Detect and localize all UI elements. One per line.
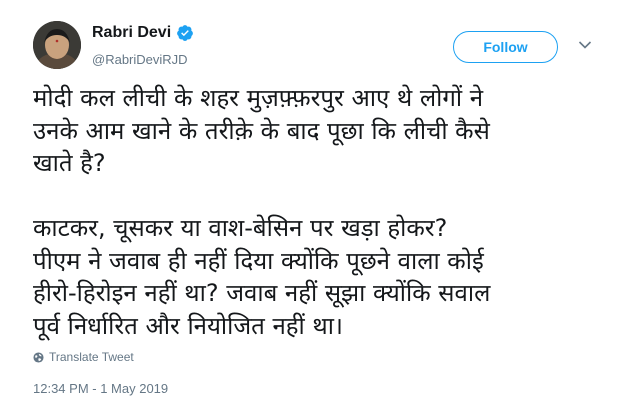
display-name[interactable]: Rabri Devi	[92, 24, 171, 42]
tweet-text: मोदी कल लीची के शहर मुज़फ़्फ़रपुर आए थे …	[33, 82, 608, 342]
translate-tweet-link[interactable]: Translate Tweet	[33, 350, 134, 364]
translate-label[interactable]: Translate Tweet	[49, 350, 134, 364]
tweet-timestamp[interactable]: 12:34 PM - 1 May 2019	[33, 381, 168, 396]
globe-icon	[33, 351, 44, 363]
tweet-line: उनके आम खाने के तरीक़े के बाद पूछा कि ली…	[33, 116, 490, 145]
verified-badge-icon	[177, 25, 194, 41]
follow-button[interactable]: Follow	[453, 31, 558, 63]
tweet-line: पूर्व निर्धारित और नियोजित नहीं था।	[33, 311, 344, 340]
user-name-row[interactable]: Rabri Devi	[92, 24, 194, 42]
avatar[interactable]	[33, 21, 81, 69]
tweet-line: पीएम ने जवाब ही नहीं दिया क्योंकि पूछने …	[33, 246, 484, 275]
tweet-line: मोदी कल लीची के शहर मुज़फ़्फ़रपुर आए थे …	[33, 84, 484, 112]
user-handle[interactable]: @RabriDeviRJD	[92, 52, 188, 67]
tweet-line: खाते है?	[33, 149, 106, 177]
profile-photo	[33, 21, 81, 69]
tweet-line: हीरो-हिरोइन नहीं था? जवाब नहीं सूझा क्यो…	[33, 279, 491, 307]
chevron-down-icon[interactable]	[578, 40, 592, 50]
tweet-line: काटकर, चूसकर या वाश-बेसिन पर खड़ा होकर?	[33, 214, 448, 242]
